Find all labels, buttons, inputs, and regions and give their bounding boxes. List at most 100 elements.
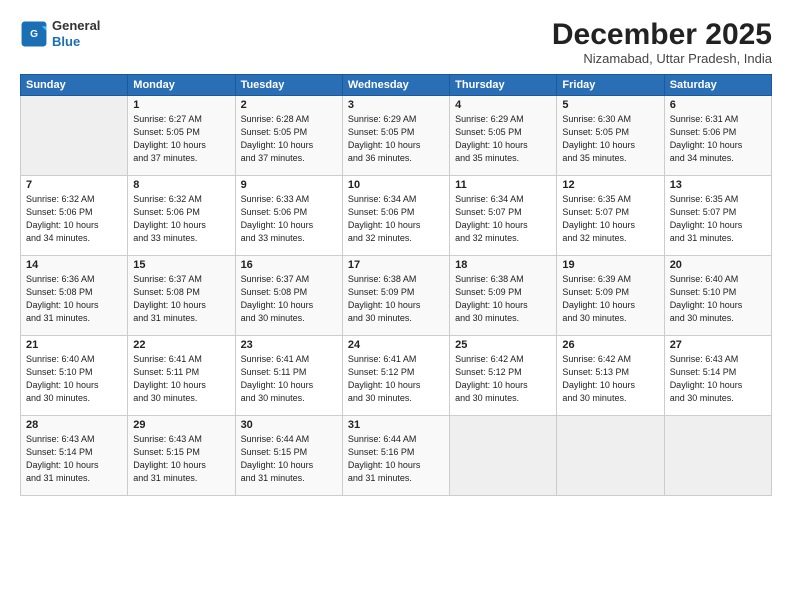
page: G General Blue December 2025 Nizamabad, …: [0, 0, 792, 612]
day-number: 25: [455, 339, 551, 351]
calendar-day-cell: 29 Sunrise: 6:43 AM Sunset: 5:15 PM Dayli…: [128, 416, 235, 496]
header-day-tuesday: Tuesday: [235, 75, 342, 96]
header-day-saturday: Saturday: [664, 75, 771, 96]
day-info: Sunrise: 6:41 AM Sunset: 5:11 PM Dayligh…: [241, 353, 337, 405]
day-number: 3: [348, 99, 444, 111]
day-info: Sunrise: 6:43 AM Sunset: 5:14 PM Dayligh…: [670, 353, 766, 405]
day-info: Sunrise: 6:40 AM Sunset: 5:10 PM Dayligh…: [670, 273, 766, 325]
calendar-header-row: SundayMondayTuesdayWednesdayThursdayFrid…: [21, 75, 772, 96]
header-day-wednesday: Wednesday: [342, 75, 449, 96]
day-number: 20: [670, 259, 766, 271]
day-number: 24: [348, 339, 444, 351]
calendar-day-cell: 5 Sunrise: 6:30 AM Sunset: 5:05 PM Daylig…: [557, 96, 664, 176]
header-day-friday: Friday: [557, 75, 664, 96]
day-number: 2: [241, 99, 337, 111]
calendar-day-cell: 17Sunrise: 6:38 AM Sunset: 5:09 PM Dayli…: [342, 256, 449, 336]
day-info: Sunrise: 6:34 AM Sunset: 5:07 PM Dayligh…: [455, 193, 551, 245]
calendar-day-cell: 24Sunrise: 6:41 AM Sunset: 5:12 PM Dayli…: [342, 336, 449, 416]
calendar-day-cell: 11 Sunrise: 6:34 AM Sunset: 5:07 PM Dayli…: [450, 176, 557, 256]
calendar-day-cell: 20 Sunrise: 6:40 AM Sunset: 5:10 PM Dayli…: [664, 256, 771, 336]
calendar-day-cell: 28Sunrise: 6:43 AM Sunset: 5:14 PM Dayli…: [21, 416, 128, 496]
calendar-day-cell: 31Sunrise: 6:44 AM Sunset: 5:16 PM Dayli…: [342, 416, 449, 496]
calendar-day-cell: 10 Sunrise: 6:34 AM Sunset: 5:06 PM Dayli…: [342, 176, 449, 256]
calendar-day-cell: 14 Sunrise: 6:36 AM Sunset: 5:08 PM Dayli…: [21, 256, 128, 336]
calendar-day-cell: 27 Sunrise: 6:43 AM Sunset: 5:14 PM Dayli…: [664, 336, 771, 416]
calendar-day-cell: 6 Sunrise: 6:31 AM Sunset: 5:06 PM Daylig…: [664, 96, 771, 176]
calendar-week-row: 14 Sunrise: 6:36 AM Sunset: 5:08 PM Dayli…: [21, 256, 772, 336]
subtitle: Nizamabad, Uttar Pradesh, India: [552, 51, 772, 66]
day-number: 30: [241, 419, 337, 431]
calendar-day-cell: 1Sunrise: 6:27 AM Sunset: 5:05 PM Daylig…: [128, 96, 235, 176]
day-number: 14: [26, 259, 122, 271]
day-number: 21: [26, 339, 122, 351]
day-info: Sunrise: 6:39 AM Sunset: 5:09 PM Dayligh…: [562, 273, 658, 325]
calendar-day-cell: 2 Sunrise: 6:28 AM Sunset: 5:05 PM Daylig…: [235, 96, 342, 176]
calendar-day-cell: 13 Sunrise: 6:35 AM Sunset: 5:07 PM Dayli…: [664, 176, 771, 256]
day-number: 16: [241, 259, 337, 271]
day-info: Sunrise: 6:44 AM Sunset: 5:16 PM Dayligh…: [348, 433, 444, 485]
day-info: Sunrise: 6:35 AM Sunset: 5:07 PM Dayligh…: [670, 193, 766, 245]
day-info: Sunrise: 6:34 AM Sunset: 5:06 PM Dayligh…: [348, 193, 444, 245]
day-number: 26: [562, 339, 658, 351]
day-number: 10: [348, 179, 444, 191]
day-info: Sunrise: 6:29 AM Sunset: 5:05 PM Dayligh…: [455, 113, 551, 165]
calendar-day-cell: 30 Sunrise: 6:44 AM Sunset: 5:15 PM Dayli…: [235, 416, 342, 496]
day-info: Sunrise: 6:32 AM Sunset: 5:06 PM Dayligh…: [133, 193, 229, 245]
day-number: 13: [670, 179, 766, 191]
header: G General Blue December 2025 Nizamabad, …: [20, 18, 772, 66]
calendar-day-cell: 21 Sunrise: 6:40 AM Sunset: 5:10 PM Dayli…: [21, 336, 128, 416]
day-info: Sunrise: 6:29 AM Sunset: 5:05 PM Dayligh…: [348, 113, 444, 165]
day-info: Sunrise: 6:28 AM Sunset: 5:05 PM Dayligh…: [241, 113, 337, 165]
day-info: Sunrise: 6:38 AM Sunset: 5:09 PM Dayligh…: [455, 273, 551, 325]
day-number: 12: [562, 179, 658, 191]
day-number: 4: [455, 99, 551, 111]
calendar-day-cell: 4 Sunrise: 6:29 AM Sunset: 5:05 PM Daylig…: [450, 96, 557, 176]
day-number: 5: [562, 99, 658, 111]
day-number: 27: [670, 339, 766, 351]
calendar-day-cell: 22Sunrise: 6:41 AM Sunset: 5:11 PM Dayli…: [128, 336, 235, 416]
calendar-week-row: 28Sunrise: 6:43 AM Sunset: 5:14 PM Dayli…: [21, 416, 772, 496]
day-number: 11: [455, 179, 551, 191]
calendar-day-cell: 12Sunrise: 6:35 AM Sunset: 5:07 PM Dayli…: [557, 176, 664, 256]
calendar-day-cell: 26Sunrise: 6:42 AM Sunset: 5:13 PM Dayli…: [557, 336, 664, 416]
header-day-monday: Monday: [128, 75, 235, 96]
day-info: Sunrise: 6:44 AM Sunset: 5:15 PM Dayligh…: [241, 433, 337, 485]
day-info: Sunrise: 6:32 AM Sunset: 5:06 PM Dayligh…: [26, 193, 122, 245]
day-number: 19: [562, 259, 658, 271]
calendar-day-cell: [664, 416, 771, 496]
svg-text:G: G: [30, 29, 38, 40]
header-day-thursday: Thursday: [450, 75, 557, 96]
calendar-week-row: 1Sunrise: 6:27 AM Sunset: 5:05 PM Daylig…: [21, 96, 772, 176]
day-number: 8: [133, 179, 229, 191]
calendar-day-cell: 3 Sunrise: 6:29 AM Sunset: 5:05 PM Daylig…: [342, 96, 449, 176]
calendar-day-cell: [21, 96, 128, 176]
calendar-day-cell: [557, 416, 664, 496]
calendar-week-row: 21 Sunrise: 6:40 AM Sunset: 5:10 PM Dayli…: [21, 336, 772, 416]
day-info: Sunrise: 6:41 AM Sunset: 5:11 PM Dayligh…: [133, 353, 229, 405]
title-block: December 2025 Nizamabad, Uttar Pradesh, …: [552, 18, 772, 66]
day-info: Sunrise: 6:40 AM Sunset: 5:10 PM Dayligh…: [26, 353, 122, 405]
day-number: 6: [670, 99, 766, 111]
day-info: Sunrise: 6:43 AM Sunset: 5:15 PM Dayligh…: [133, 433, 229, 485]
day-number: 17: [348, 259, 444, 271]
day-number: 15: [133, 259, 229, 271]
day-info: Sunrise: 6:43 AM Sunset: 5:14 PM Dayligh…: [26, 433, 122, 485]
day-info: Sunrise: 6:30 AM Sunset: 5:05 PM Dayligh…: [562, 113, 658, 165]
calendar-day-cell: 16 Sunrise: 6:37 AM Sunset: 5:08 PM Dayli…: [235, 256, 342, 336]
calendar-day-cell: 23Sunrise: 6:41 AM Sunset: 5:11 PM Dayli…: [235, 336, 342, 416]
calendar-table: SundayMondayTuesdayWednesdayThursdayFrid…: [20, 74, 772, 496]
day-info: Sunrise: 6:37 AM Sunset: 5:08 PM Dayligh…: [133, 273, 229, 325]
logo: G General Blue: [20, 18, 100, 49]
day-info: Sunrise: 6:42 AM Sunset: 5:12 PM Dayligh…: [455, 353, 551, 405]
calendar-day-cell: 19 Sunrise: 6:39 AM Sunset: 5:09 PM Dayli…: [557, 256, 664, 336]
day-info: Sunrise: 6:31 AM Sunset: 5:06 PM Dayligh…: [670, 113, 766, 165]
logo-icon: G: [20, 20, 48, 48]
calendar-day-cell: 18Sunrise: 6:38 AM Sunset: 5:09 PM Dayli…: [450, 256, 557, 336]
day-info: Sunrise: 6:36 AM Sunset: 5:08 PM Dayligh…: [26, 273, 122, 325]
day-info: Sunrise: 6:37 AM Sunset: 5:08 PM Dayligh…: [241, 273, 337, 325]
main-title: December 2025: [552, 18, 772, 51]
logo-line1: General: [52, 18, 100, 34]
calendar-week-row: 7Sunrise: 6:32 AM Sunset: 5:06 PM Daylig…: [21, 176, 772, 256]
day-number: 29: [133, 419, 229, 431]
logo-text: General Blue: [52, 18, 100, 49]
